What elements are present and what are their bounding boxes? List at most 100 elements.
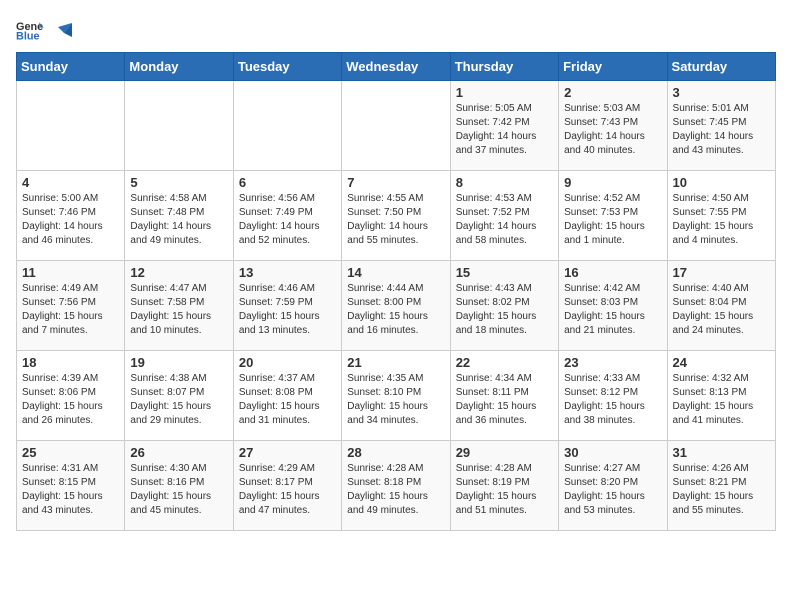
day-number: 30	[564, 445, 661, 460]
day-info: Sunrise: 4:37 AM Sunset: 8:08 PM Dayligh…	[239, 372, 336, 428]
calendar-cell: 21Sunrise: 4:35 AM Sunset: 8:10 PM Dayli…	[342, 351, 450, 441]
calendar-cell: 10Sunrise: 4:50 AM Sunset: 7:55 PM Dayli…	[667, 171, 775, 261]
day-info: Sunrise: 4:34 AM Sunset: 8:11 PM Dayligh…	[456, 372, 553, 428]
weekday-header-tuesday: Tuesday	[233, 53, 341, 81]
day-info: Sunrise: 4:44 AM Sunset: 8:00 PM Dayligh…	[347, 282, 444, 338]
calendar-cell: 3 Sunrise: 5:01 AM Sunset: 7:45 PM Daylig…	[667, 81, 775, 171]
day-info: Sunrise: 4:53 AM Sunset: 7:52 PM Dayligh…	[456, 192, 553, 248]
calendar-cell: 19 Sunrise: 4:38 AM Sunset: 8:07 PM Dayli…	[125, 351, 233, 441]
day-info: Sunrise: 4:46 AM Sunset: 7:59 PM Dayligh…	[239, 282, 336, 338]
logo: General Blue	[16, 16, 72, 44]
day-number: 27	[239, 445, 336, 460]
calendar-cell: 22Sunrise: 4:34 AM Sunset: 8:11 PM Dayli…	[450, 351, 558, 441]
day-number: 23	[564, 355, 661, 370]
day-info: Sunrise: 4:30 AM Sunset: 8:16 PM Dayligh…	[130, 462, 227, 518]
calendar-week-2: 4 Sunrise: 5:00 AM Sunset: 7:46 PM Daylig…	[17, 171, 776, 261]
day-number: 19	[130, 355, 227, 370]
day-info: Sunrise: 5:05 AM Sunset: 7:42 PM Dayligh…	[456, 102, 553, 158]
day-info: Sunrise: 4:58 AM Sunset: 7:48 PM Dayligh…	[130, 192, 227, 248]
calendar-cell: 30 Sunrise: 4:27 AM Sunset: 8:20 PM Dayli…	[559, 441, 667, 531]
weekday-header-monday: Monday	[125, 53, 233, 81]
calendar-cell: 20 Sunrise: 4:37 AM Sunset: 8:08 PM Dayli…	[233, 351, 341, 441]
day-number: 24	[673, 355, 770, 370]
calendar-cell: 16Sunrise: 4:42 AM Sunset: 8:03 PM Dayli…	[559, 261, 667, 351]
calendar-cell: 15 Sunrise: 4:43 AM Sunset: 8:02 PM Dayli…	[450, 261, 558, 351]
weekday-header-saturday: Saturday	[667, 53, 775, 81]
day-info: Sunrise: 4:40 AM Sunset: 8:04 PM Dayligh…	[673, 282, 770, 338]
day-number: 3	[673, 85, 770, 100]
day-info: Sunrise: 5:01 AM Sunset: 7:45 PM Dayligh…	[673, 102, 770, 158]
day-info: Sunrise: 5:00 AM Sunset: 7:46 PM Dayligh…	[22, 192, 119, 248]
day-info: Sunrise: 4:50 AM Sunset: 7:55 PM Dayligh…	[673, 192, 770, 248]
calendar-cell	[342, 81, 450, 171]
calendar-cell: 24 Sunrise: 4:32 AM Sunset: 8:13 PM Dayli…	[667, 351, 775, 441]
calendar-cell: 12 Sunrise: 4:47 AM Sunset: 7:58 PM Dayli…	[125, 261, 233, 351]
day-number: 4	[22, 175, 119, 190]
calendar-cell: 26 Sunrise: 4:30 AM Sunset: 8:16 PM Dayli…	[125, 441, 233, 531]
calendar-cell: 4 Sunrise: 5:00 AM Sunset: 7:46 PM Daylig…	[17, 171, 125, 261]
day-number: 17	[673, 265, 770, 280]
day-number: 5	[130, 175, 227, 190]
calendar-cell: 1 Sunrise: 5:05 AM Sunset: 7:42 PM Daylig…	[450, 81, 558, 171]
day-info: Sunrise: 4:28 AM Sunset: 8:18 PM Dayligh…	[347, 462, 444, 518]
day-number: 8	[456, 175, 553, 190]
calendar-cell: 14 Sunrise: 4:44 AM Sunset: 8:00 PM Dayli…	[342, 261, 450, 351]
day-number: 26	[130, 445, 227, 460]
day-info: Sunrise: 4:33 AM Sunset: 8:12 PM Dayligh…	[564, 372, 661, 428]
calendar-week-1: 1 Sunrise: 5:05 AM Sunset: 7:42 PM Daylig…	[17, 81, 776, 171]
day-number: 20	[239, 355, 336, 370]
day-info: Sunrise: 4:49 AM Sunset: 7:56 PM Dayligh…	[22, 282, 119, 338]
day-info: Sunrise: 4:38 AM Sunset: 8:07 PM Dayligh…	[130, 372, 227, 428]
day-number: 1	[456, 85, 553, 100]
day-number: 14	[347, 265, 444, 280]
day-info: Sunrise: 4:31 AM Sunset: 8:15 PM Dayligh…	[22, 462, 119, 518]
calendar-week-4: 18 Sunrise: 4:39 AM Sunset: 8:06 PM Dayli…	[17, 351, 776, 441]
day-number: 13	[239, 265, 336, 280]
calendar-cell: 17 Sunrise: 4:40 AM Sunset: 8:04 PM Dayli…	[667, 261, 775, 351]
calendar-cell	[233, 81, 341, 171]
day-info: Sunrise: 4:39 AM Sunset: 8:06 PM Dayligh…	[22, 372, 119, 428]
weekday-header-thursday: Thursday	[450, 53, 558, 81]
calendar-cell: 13 Sunrise: 4:46 AM Sunset: 7:59 PM Dayli…	[233, 261, 341, 351]
calendar-cell: 5 Sunrise: 4:58 AM Sunset: 7:48 PM Daylig…	[125, 171, 233, 261]
svg-text:Blue: Blue	[16, 30, 40, 42]
day-number: 12	[130, 265, 227, 280]
calendar-cell: 11Sunrise: 4:49 AM Sunset: 7:56 PM Dayli…	[17, 261, 125, 351]
day-info: Sunrise: 4:56 AM Sunset: 7:49 PM Dayligh…	[239, 192, 336, 248]
day-number: 31	[673, 445, 770, 460]
day-number: 25	[22, 445, 119, 460]
weekday-header-wednesday: Wednesday	[342, 53, 450, 81]
day-info: Sunrise: 4:32 AM Sunset: 8:13 PM Dayligh…	[673, 372, 770, 428]
page-header: General Blue	[16, 16, 776, 44]
weekday-header-row: SundayMondayTuesdayWednesdayThursdayFrid…	[17, 53, 776, 81]
calendar-cell: 31 Sunrise: 4:26 AM Sunset: 8:21 PM Dayli…	[667, 441, 775, 531]
day-number: 9	[564, 175, 661, 190]
day-number: 2	[564, 85, 661, 100]
logo-icon: General Blue	[16, 16, 44, 44]
day-info: Sunrise: 4:26 AM Sunset: 8:21 PM Dayligh…	[673, 462, 770, 518]
calendar-body: 1 Sunrise: 5:05 AM Sunset: 7:42 PM Daylig…	[17, 81, 776, 531]
calendar-cell: 6Sunrise: 4:56 AM Sunset: 7:49 PM Daylig…	[233, 171, 341, 261]
day-info: Sunrise: 4:55 AM Sunset: 7:50 PM Dayligh…	[347, 192, 444, 248]
calendar-cell: 2 Sunrise: 5:03 AM Sunset: 7:43 PM Daylig…	[559, 81, 667, 171]
calendar-cell: 29 Sunrise: 4:28 AM Sunset: 8:19 PM Dayli…	[450, 441, 558, 531]
calendar-cell: 23 Sunrise: 4:33 AM Sunset: 8:12 PM Dayli…	[559, 351, 667, 441]
calendar-cell: 9Sunrise: 4:52 AM Sunset: 7:53 PM Daylig…	[559, 171, 667, 261]
day-number: 29	[456, 445, 553, 460]
day-info: Sunrise: 4:27 AM Sunset: 8:20 PM Dayligh…	[564, 462, 661, 518]
day-info: Sunrise: 5:03 AM Sunset: 7:43 PM Dayligh…	[564, 102, 661, 158]
calendar-cell: 28Sunrise: 4:28 AM Sunset: 8:18 PM Dayli…	[342, 441, 450, 531]
calendar-cell: 27 Sunrise: 4:29 AM Sunset: 8:17 PM Dayli…	[233, 441, 341, 531]
calendar-header: SundayMondayTuesdayWednesdayThursdayFrid…	[17, 53, 776, 81]
day-number: 18	[22, 355, 119, 370]
day-info: Sunrise: 4:43 AM Sunset: 8:02 PM Dayligh…	[456, 282, 553, 338]
day-info: Sunrise: 4:42 AM Sunset: 8:03 PM Dayligh…	[564, 282, 661, 338]
day-info: Sunrise: 4:28 AM Sunset: 8:19 PM Dayligh…	[456, 462, 553, 518]
calendar-cell: 7Sunrise: 4:55 AM Sunset: 7:50 PM Daylig…	[342, 171, 450, 261]
day-number: 15	[456, 265, 553, 280]
day-number: 21	[347, 355, 444, 370]
day-info: Sunrise: 4:47 AM Sunset: 7:58 PM Dayligh…	[130, 282, 227, 338]
day-info: Sunrise: 4:29 AM Sunset: 8:17 PM Dayligh…	[239, 462, 336, 518]
calendar-cell	[125, 81, 233, 171]
calendar-table: SundayMondayTuesdayWednesdayThursdayFrid…	[16, 52, 776, 531]
